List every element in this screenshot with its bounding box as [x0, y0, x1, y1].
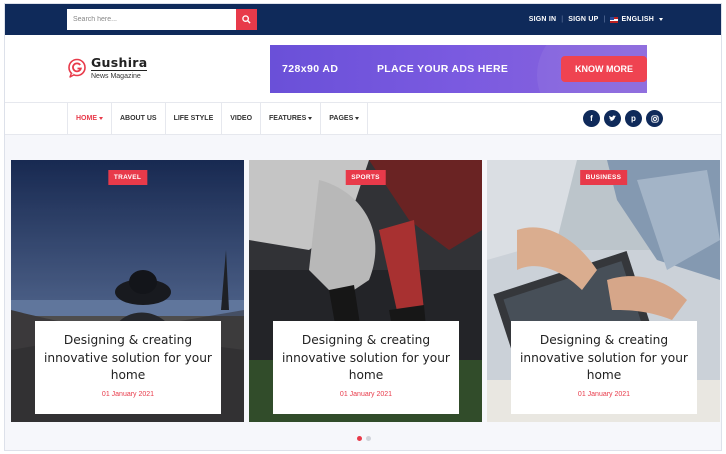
- nav-video-label: VIDEO: [230, 115, 253, 122]
- social-links: f p: [583, 110, 663, 127]
- slider-pagination: [357, 436, 371, 441]
- browser-frame: SIGN IN | SIGN UP | ENGLISH Gushira News…: [4, 3, 722, 451]
- category-badge[interactable]: BUSINESS: [579, 170, 628, 185]
- us-flag-icon: [610, 16, 619, 23]
- ad-banner[interactable]: 728x90 AD PLACE YOUR ADS HERE KNOW MORE: [270, 45, 647, 93]
- search-box: [67, 9, 257, 30]
- slide-caption: Designing & creating innovative solution…: [273, 321, 459, 414]
- chevron-down-icon: [308, 117, 313, 120]
- site-logo[interactable]: Gushira News Magazine: [67, 55, 148, 80]
- chevron-down-icon: [659, 18, 663, 21]
- nav-about-us[interactable]: ABOUT US: [112, 103, 166, 134]
- nav-features-label: FEATURES: [269, 115, 307, 122]
- nav-features[interactable]: FEATURES: [261, 103, 322, 134]
- slide-date: 01 January 2021: [101, 390, 155, 398]
- language-label: ENGLISH: [621, 16, 654, 23]
- pagination-dot[interactable]: [357, 436, 362, 441]
- slide-card[interactable]: TRAVEL Designing & creating innovative s…: [11, 160, 244, 422]
- nav-life-style[interactable]: LIFE STYLE: [166, 103, 223, 134]
- ad-text: PLACE YOUR ADS HERE: [377, 63, 509, 75]
- slide-title[interactable]: Designing & creating innovative solution…: [511, 332, 697, 385]
- pagination-dot[interactable]: [366, 436, 371, 441]
- facebook-icon[interactable]: f: [583, 110, 600, 127]
- slide-card[interactable]: BUSINESS Designing & creating innovative…: [487, 160, 720, 422]
- category-badge[interactable]: SPORTS: [345, 170, 386, 185]
- search-input[interactable]: [67, 9, 236, 30]
- logo-text: Gushira News Magazine: [91, 55, 148, 80]
- top-bar: SIGN IN | SIGN UP | ENGLISH: [5, 4, 721, 35]
- search-icon: [242, 15, 251, 24]
- language-selector[interactable]: ENGLISH: [610, 16, 663, 23]
- logo-g-icon: [68, 58, 86, 78]
- twitter-icon[interactable]: [604, 110, 621, 127]
- slide-date: 01 January 2021: [577, 390, 631, 398]
- site-header: Gushira News Magazine 728x90 AD PLACE YO…: [5, 35, 721, 102]
- category-badge[interactable]: TRAVEL: [107, 170, 148, 185]
- slide-date: 01 January 2021: [339, 390, 393, 398]
- search-button[interactable]: [236, 9, 257, 30]
- slide-title[interactable]: Designing & creating innovative solution…: [273, 332, 459, 385]
- menu: HOME ABOUT US LIFE STYLE VIDEO FEATURES …: [67, 103, 369, 134]
- divider: |: [561, 16, 564, 23]
- nav-home-label: HOME: [76, 115, 97, 122]
- featured-slider: TRAVEL Designing & creating innovative s…: [11, 160, 721, 422]
- instagram-icon[interactable]: [646, 110, 663, 127]
- nav-home[interactable]: HOME: [68, 103, 112, 134]
- sign-in-link[interactable]: SIGN IN: [529, 16, 556, 23]
- nav-lifestyle-label: LIFE STYLE: [173, 115, 214, 122]
- logo-tagline: News Magazine: [91, 73, 141, 80]
- slide-title[interactable]: Designing & creating innovative solution…: [35, 332, 221, 385]
- nav-video[interactable]: VIDEO: [222, 103, 262, 134]
- sign-up-link[interactable]: SIGN UP: [568, 16, 598, 23]
- chevron-down-icon: [99, 117, 103, 120]
- nav-pages-label: PAGES: [329, 115, 354, 122]
- pinterest-icon[interactable]: p: [625, 110, 642, 127]
- know-more-button[interactable]: KNOW MORE: [561, 56, 647, 82]
- ad-size-label: 728x90 AD: [282, 63, 339, 75]
- account-links: SIGN IN | SIGN UP | ENGLISH: [529, 4, 663, 35]
- nav-about-label: ABOUT US: [120, 115, 157, 122]
- slide-caption: Designing & creating innovative solution…: [511, 321, 697, 414]
- logo-name: Gushira: [91, 55, 148, 71]
- slide-caption: Designing & creating innovative solution…: [35, 321, 221, 414]
- chevron-down-icon: [355, 117, 360, 120]
- slide-card[interactable]: SPORTS Designing & creating innovative s…: [249, 160, 482, 422]
- nav-pages[interactable]: PAGES: [321, 103, 369, 134]
- divider: |: [603, 16, 606, 23]
- main-nav: HOME ABOUT US LIFE STYLE VIDEO FEATURES …: [5, 102, 721, 135]
